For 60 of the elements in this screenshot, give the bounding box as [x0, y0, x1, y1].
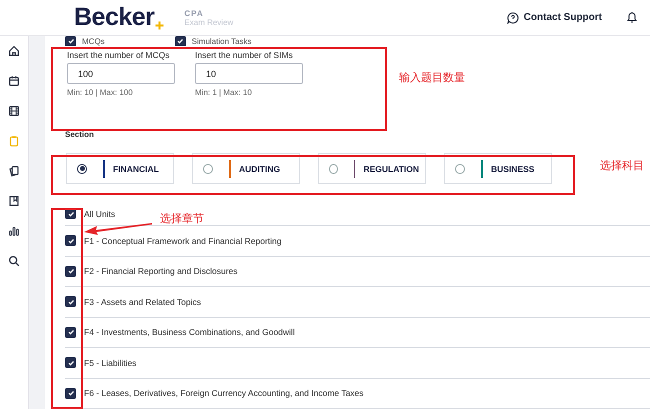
bell-icon[interactable] [626, 11, 638, 24]
check-icon [66, 389, 74, 398]
unit-label: F6 - Leases, Derivatives, Foreign Currency Accounting, and Income Taxes [84, 388, 364, 398]
annotation-arrow [84, 221, 152, 237]
check-icon [66, 37, 74, 46]
check-icon [176, 37, 184, 46]
checkbox[interactable] [174, 36, 186, 46]
logo-subtitle: CPA [184, 8, 205, 18]
field-label: Insert the number of MCQs [67, 51, 171, 60]
field-hint: Min: 1 | Max: 10 [195, 88, 253, 98]
section-heading: Section [65, 130, 95, 139]
field-label: Insert the number of SIMs [195, 51, 294, 60]
unit-label: F5 - Liabilities [84, 358, 136, 368]
checkbox[interactable] [65, 235, 76, 246]
bar-chart-icon[interactable] [7, 224, 21, 238]
check-icon [66, 298, 74, 306]
checkbox-label: MCQs [82, 36, 105, 46]
chat-question-icon [506, 12, 519, 24]
radio-button[interactable] [77, 164, 87, 174]
annotation-text: 选择科目 [600, 159, 644, 173]
radio-button[interactable] [329, 164, 338, 174]
unit-label: All Units [84, 208, 116, 218]
checkbox[interactable] [65, 388, 76, 399]
unit-label: F2 - Financial Reporting and Disclosures [84, 266, 238, 276]
unit-label: F4 - Investments, Business Combinations, and Goodwill [84, 327, 295, 338]
number-input-field[interactable]: 100 [67, 63, 175, 84]
contact-support-button[interactable]: Contact Support [506, 12, 602, 24]
logo-subtitle: Exam Review [184, 18, 234, 26]
annotation-text: 输入题目数量 [399, 71, 465, 85]
check-icon [66, 328, 74, 336]
section-option[interactable]: AUDITING [192, 153, 300, 184]
annotation-text: 选择章节 [160, 212, 204, 226]
checkbox[interactable] [65, 326, 76, 338]
cards-icon[interactable] [7, 164, 21, 178]
checkbox[interactable] [65, 357, 76, 368]
radio-button[interactable] [203, 164, 213, 174]
bookmark-icon[interactable] [7, 194, 21, 208]
checkbox[interactable] [65, 296, 76, 308]
checkbox[interactable] [65, 36, 76, 46]
section-option[interactable]: REGULATION [318, 153, 426, 184]
film-icon[interactable] [7, 104, 21, 118]
section-option[interactable]: FINANCIAL [66, 153, 174, 184]
unit-label: F3 - Assets and Related Topics [84, 296, 202, 307]
field-hint: Min: 10 | Max: 100 [67, 88, 134, 98]
checkbox[interactable] [65, 266, 76, 277]
checkbox-label: Simulation Tasks [192, 36, 252, 46]
check-icon [66, 236, 74, 245]
check-icon [66, 210, 74, 218]
search-icon[interactable] [7, 254, 21, 268]
number-input-field[interactable]: 10 [195, 63, 303, 84]
calendar-icon[interactable] [7, 74, 21, 88]
check-icon [66, 358, 74, 367]
check-icon [66, 267, 74, 276]
unit-label: F1 - Conceptual Framework and Financial Reporting [84, 236, 282, 246]
section-option[interactable]: BUSINESS [444, 153, 552, 184]
radio-button[interactable] [455, 164, 465, 174]
plus-icon [155, 21, 164, 30]
home-icon[interactable] [7, 44, 21, 58]
becker-logo: Becker [74, 3, 164, 32]
clipboard-icon[interactable] [7, 134, 21, 148]
